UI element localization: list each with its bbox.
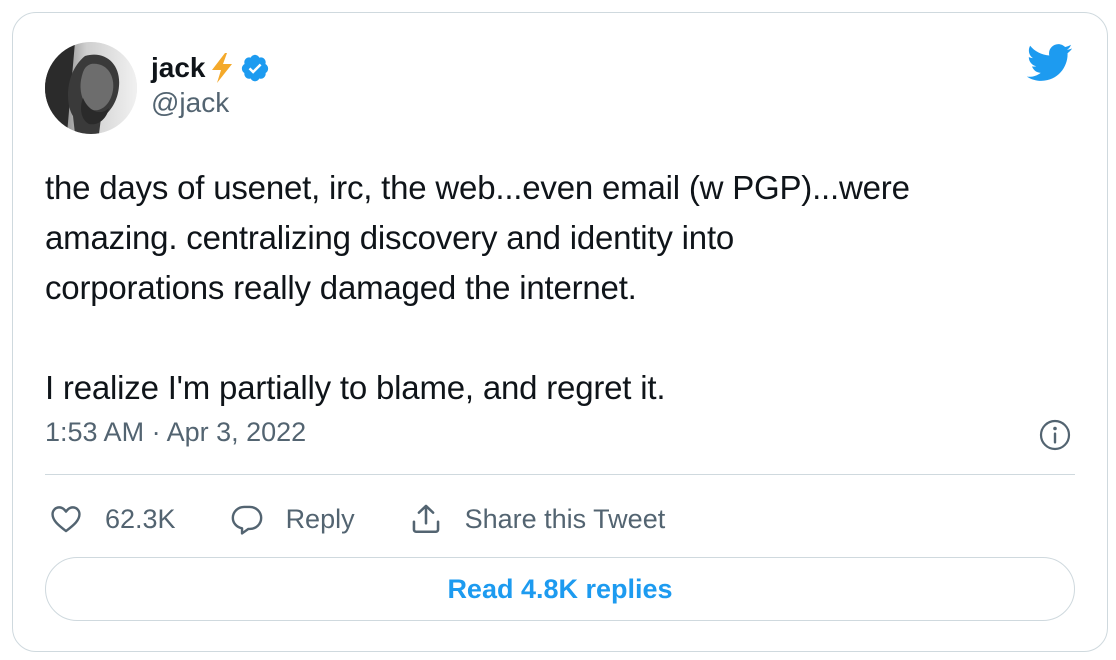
author-block[interactable]: jack @jack <box>151 49 270 119</box>
like-count: 62.3K <box>105 503 176 534</box>
action-bar: 62.3K Reply Share this Tweet <box>49 497 719 541</box>
reply-bubble-icon <box>231 505 262 535</box>
share-icon <box>412 504 439 534</box>
divider <box>45 474 1075 475</box>
verified-badge-icon <box>241 54 268 82</box>
share-button[interactable]: Share this Tweet <box>409 502 666 536</box>
avatar[interactable] <box>45 42 137 134</box>
tweet-timestamp[interactable]: 1:53 AM · Apr 3, 2022 <box>45 417 306 448</box>
read-replies-button[interactable]: Read 4.8K replies <box>45 557 1075 621</box>
tweet-text: the days of usenet, irc, the web...even … <box>45 169 910 406</box>
like-button[interactable]: 62.3K <box>49 502 176 536</box>
author-handle[interactable]: @jack <box>151 87 270 119</box>
tweet-card[interactable]: jack @jack the days of usenet, irc, the … <box>12 12 1108 652</box>
share-label: Share this Tweet <box>464 503 666 534</box>
author-name-row: jack <box>151 49 270 87</box>
heart-icon <box>51 506 81 533</box>
high-voltage-icon <box>211 53 232 83</box>
reply-button[interactable]: Reply <box>230 502 355 536</box>
info-icon[interactable] <box>1039 419 1071 451</box>
twitter-bird-icon[interactable] <box>1027 43 1073 83</box>
author-name[interactable]: jack <box>151 52 206 84</box>
reply-label: Reply <box>285 503 355 534</box>
